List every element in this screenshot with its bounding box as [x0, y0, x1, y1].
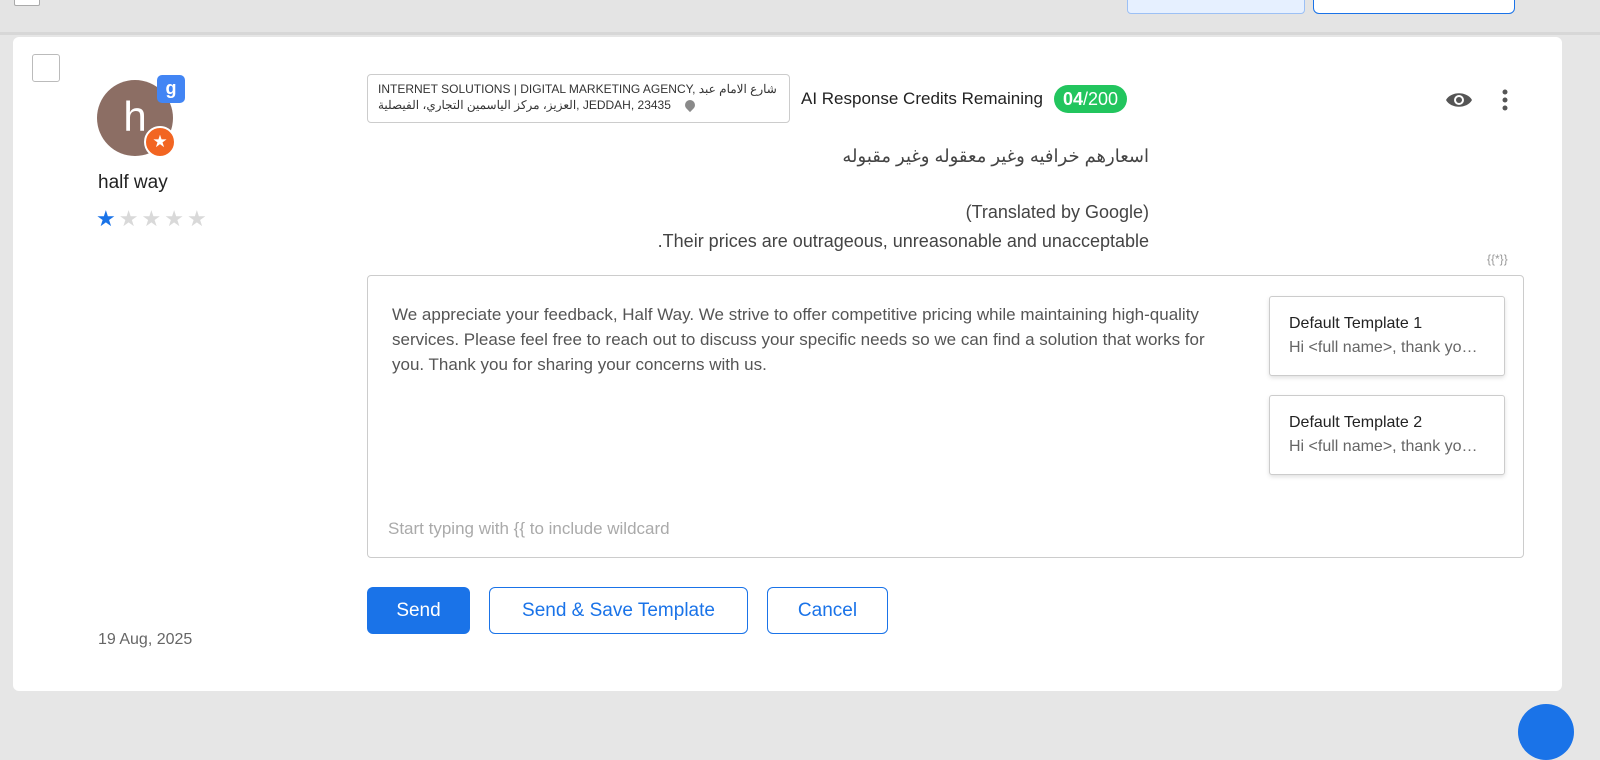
- eye-icon[interactable]: [1445, 87, 1473, 113]
- google-icon: g: [157, 75, 185, 103]
- send-save-template-button[interactable]: Send & Save Template: [489, 587, 748, 634]
- location-name: INTERNET SOLUTIONS | DIGITAL MARKETING A…: [378, 82, 777, 96]
- reviewer-name: half way: [98, 172, 168, 193]
- cancel-button[interactable]: Cancel: [767, 587, 888, 634]
- template-title: Default Template 2: [1289, 414, 1423, 431]
- translation-note: (Translated by Google): [965, 202, 1149, 222]
- reply-placeholder[interactable]: Start typing with {{ to include wildcard: [388, 519, 670, 539]
- template-preview: Hi <full name>, thank you for your revie…: [1289, 438, 1485, 455]
- review-select-checkbox[interactable]: [32, 54, 60, 82]
- credits-total: /200: [1083, 89, 1119, 109]
- ai-credits-badge: 04/200: [1054, 85, 1128, 113]
- template-preview: Hi <full name>, thank you for your revie…: [1289, 339, 1485, 356]
- select-all-checkbox[interactable]: [14, 0, 40, 6]
- review-translated-text: .Their prices are outrageous, unreasonab…: [657, 231, 1149, 251]
- template-card[interactable]: Default Template 1 Hi <full name>, thank…: [1269, 296, 1505, 376]
- star-rating: ★★★★★: [96, 206, 210, 232]
- chat-fab-button[interactable]: [1518, 704, 1574, 760]
- toolbar-button-outline[interactable]: [1313, 0, 1515, 14]
- more-vertical-icon[interactable]: [1498, 88, 1512, 112]
- send-button[interactable]: Send: [367, 587, 470, 634]
- review-date: 19 Aug, 2025: [98, 631, 193, 648]
- star-empty-icon: ★: [186, 206, 210, 231]
- reply-text[interactable]: We appreciate your feedback, Half Way. W…: [392, 302, 1222, 377]
- star-filled-icon: ★: [96, 206, 119, 231]
- top-toolbar: [0, 0, 1600, 35]
- toolbar-button-secondary[interactable]: [1127, 0, 1305, 14]
- ai-credits-label: AI Response Credits Remaining: [801, 89, 1043, 108]
- template-card[interactable]: Default Template 2 Hi <full name>, thank…: [1269, 395, 1505, 475]
- location-address: العزيز، مركز الياسمين التجاري، الفيصلية,…: [378, 98, 671, 112]
- location-chip[interactable]: INTERNET SOLUTIONS | DIGITAL MARKETING A…: [367, 74, 790, 123]
- star-empty-icon: ★: [141, 206, 165, 231]
- star-empty-icon: ★: [118, 206, 142, 231]
- star-empty-icon: ★: [164, 206, 187, 231]
- reply-editor[interactable]: We appreciate your feedback, Half Way. W…: [367, 275, 1524, 558]
- template-title: Default Template 1: [1289, 315, 1423, 332]
- map-pin-icon: [682, 97, 697, 113]
- credits-used: 04: [1063, 89, 1084, 109]
- review-original-text: اسعارهم خرافيه وغير معقوله وغير مقبوله: [842, 146, 1149, 166]
- wildcard-icon[interactable]: {{*}}: [1487, 252, 1508, 266]
- local-guide-star-icon: ★: [144, 126, 176, 158]
